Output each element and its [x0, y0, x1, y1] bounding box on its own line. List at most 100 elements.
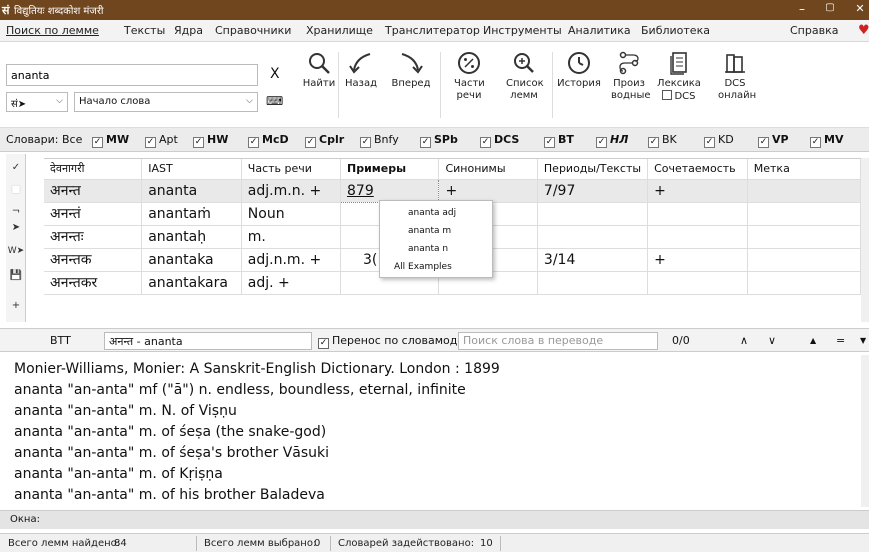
menu-item-all-examples[interactable]: All Examples	[394, 262, 452, 272]
heart-icon[interactable]: ♥	[858, 23, 869, 38]
cell-collocations[interactable]: +	[647, 179, 748, 203]
col-examples[interactable]: Примеры	[340, 159, 440, 180]
menu-references[interactable]: Справочники	[215, 24, 291, 37]
dict-checkbox-apt[interactable]: ✓ Apt	[145, 133, 178, 148]
not-icon[interactable]: ¬	[6, 206, 26, 217]
menu-item-n[interactable]: ananta n	[408, 244, 448, 254]
cell-label[interactable]	[747, 202, 861, 226]
menu-analytics[interactable]: Аналитика	[568, 24, 631, 37]
col-pos[interactable]: Часть речи	[241, 159, 342, 180]
menu-help[interactable]: Справка	[790, 24, 838, 37]
save-icon[interactable]: 💾	[6, 270, 26, 281]
cell-devanagari[interactable]: अनन्तक	[44, 248, 143, 272]
dict-checkbox-hw[interactable]: ✓ HW	[193, 133, 228, 148]
dict-checkbox-mw[interactable]: ✓ MW	[92, 133, 129, 148]
dict-checkbox-vp[interactable]: ✓ VP	[758, 133, 789, 148]
square-icon[interactable]: ■	[6, 184, 26, 195]
dict-checkbox-bt[interactable]: ✓ BT	[544, 133, 574, 148]
cell-periods[interactable]	[537, 225, 649, 249]
maximize-button[interactable]: ▢	[820, 2, 840, 13]
menu-texts[interactable]: Тексты	[124, 24, 165, 37]
clear-search-button[interactable]: X	[270, 66, 280, 82]
play-icon[interactable]: ➤	[6, 222, 26, 233]
wrap-checkbox[interactable]: ✓ Перенос по словамоде	[318, 334, 464, 349]
cell-periods[interactable]	[537, 271, 649, 295]
translation-search-input[interactable]: Поиск слова в переводе	[458, 332, 658, 350]
search-mode-select[interactable]: Начало слова ⌵	[74, 92, 258, 112]
derivatives-button[interactable]: Произ водные	[606, 50, 652, 102]
dict-checkbox-nl[interactable]: ✓ НЛ	[596, 133, 628, 148]
grid-scrollbar[interactable]	[861, 158, 869, 322]
cell-pos[interactable]: Noun	[241, 202, 342, 226]
menu-cores[interactable]: Ядра	[174, 24, 203, 37]
cell-label[interactable]	[747, 248, 861, 272]
plus-icon[interactable]: +	[6, 300, 26, 311]
check-all-icon[interactable]: ✓	[6, 162, 26, 173]
dict-all-button[interactable]: Все	[62, 133, 82, 146]
cell-pos[interactable]: adj.n.m. +	[241, 248, 342, 272]
menu-item-adj[interactable]: ananta adj	[408, 208, 456, 218]
cell-label[interactable]	[747, 225, 861, 249]
parts-of-speech-button[interactable]: Части речи	[446, 50, 492, 102]
current-word-box[interactable]: अनन्त - ananta	[104, 332, 312, 350]
dict-checkbox-spb[interactable]: ✓ SPb	[420, 133, 458, 148]
cell-pos[interactable]: adj. +	[241, 271, 342, 295]
prev-match-button[interactable]: ∧	[740, 334, 748, 347]
dictionary-article[interactable]: Monier-Williams, Monier: A Sanskrit-Engl…	[8, 355, 861, 507]
col-periods[interactable]: Периоды/Тексты	[537, 159, 649, 180]
cell-collocations[interactable]: +	[647, 248, 748, 272]
cell-label[interactable]	[747, 271, 861, 295]
cell-periods[interactable]	[537, 202, 649, 226]
cell-iast[interactable]: anantaṁ	[141, 202, 242, 226]
cell-devanagari[interactable]: अनन्तकर	[44, 271, 143, 295]
cell-pos[interactable]: adj.m.n. +	[241, 179, 342, 203]
lexicon-dcs-checkbox[interactable]: DCS	[656, 90, 702, 103]
menu-storage[interactable]: Хранилище	[306, 24, 373, 37]
close-button[interactable]: ✕	[850, 2, 869, 15]
cell-label[interactable]	[747, 179, 861, 203]
cell-iast[interactable]: anantaḥ	[141, 225, 242, 249]
cell-devanagari[interactable]: अनन्त	[44, 179, 143, 203]
last-match-button[interactable]: ▼	[860, 336, 866, 345]
cell-devanagari[interactable]: अनन्तं	[44, 202, 143, 226]
cell-collocations[interactable]	[647, 271, 748, 295]
keyboard-icon[interactable]: ⌨	[266, 94, 283, 108]
dict-checkbox-bk[interactable]: ✓ BK	[648, 133, 677, 148]
cell-iast[interactable]: ananta	[141, 179, 242, 203]
history-button[interactable]: История	[556, 50, 602, 90]
menu-transliterator[interactable]: Транслитератор	[385, 24, 480, 37]
first-match-button[interactable]: ▲	[810, 336, 816, 345]
cell-collocations[interactable]	[647, 202, 748, 226]
col-collocations[interactable]: Сочетаемость	[647, 159, 748, 180]
dict-checkbox-cplr[interactable]: ✓ Cplr	[305, 133, 344, 148]
menu-search-lemma[interactable]: Поиск по лемме	[6, 24, 99, 37]
find-button[interactable]: Найти	[300, 50, 338, 90]
next-match-button[interactable]: ∨	[768, 334, 776, 347]
col-devanagari[interactable]: देवनागरी	[44, 159, 143, 180]
cell-iast[interactable]: anantaka	[141, 248, 242, 272]
lexicon-button[interactable]: Лексика DCS	[656, 50, 702, 103]
menu-tools[interactable]: Инструменты	[483, 24, 562, 37]
dcs-online-button[interactable]: DCS онлайн	[712, 50, 758, 102]
lemma-list-button[interactable]: Список лемм	[500, 50, 548, 102]
table-row[interactable]: अनन्त ananta adj.m.n. + 879 + 7/97 +	[44, 178, 861, 203]
cell-pos[interactable]: m.	[241, 225, 342, 249]
dict-checkbox-mv[interactable]: ✓ MV	[810, 133, 843, 148]
dict-checkbox-bnfy[interactable]: ✓ Bnfy	[360, 133, 399, 148]
cell-iast[interactable]: anantakara	[141, 271, 242, 295]
cell-examples[interactable]: 879	[340, 178, 440, 203]
equal-button[interactable]: =	[836, 334, 845, 347]
col-iast[interactable]: IAST	[141, 159, 242, 180]
minimize-button[interactable]: –	[792, 2, 812, 16]
search-input[interactable]	[6, 64, 258, 86]
cell-devanagari[interactable]: अनन्तः	[44, 225, 143, 249]
article-scrollbar[interactable]	[861, 355, 869, 507]
w-arrow-icon[interactable]: W➤	[6, 246, 26, 256]
menu-library[interactable]: Библиотека	[641, 24, 710, 37]
col-label[interactable]: Метка	[747, 159, 861, 180]
cell-periods[interactable]: 7/97	[537, 179, 649, 203]
cell-collocations[interactable]	[647, 225, 748, 249]
script-select[interactable]: सं➤ ⌵	[6, 92, 68, 112]
dict-checkbox-dcs[interactable]: ✓ DCS	[480, 133, 519, 148]
menu-item-m[interactable]: ananta m	[408, 226, 451, 236]
